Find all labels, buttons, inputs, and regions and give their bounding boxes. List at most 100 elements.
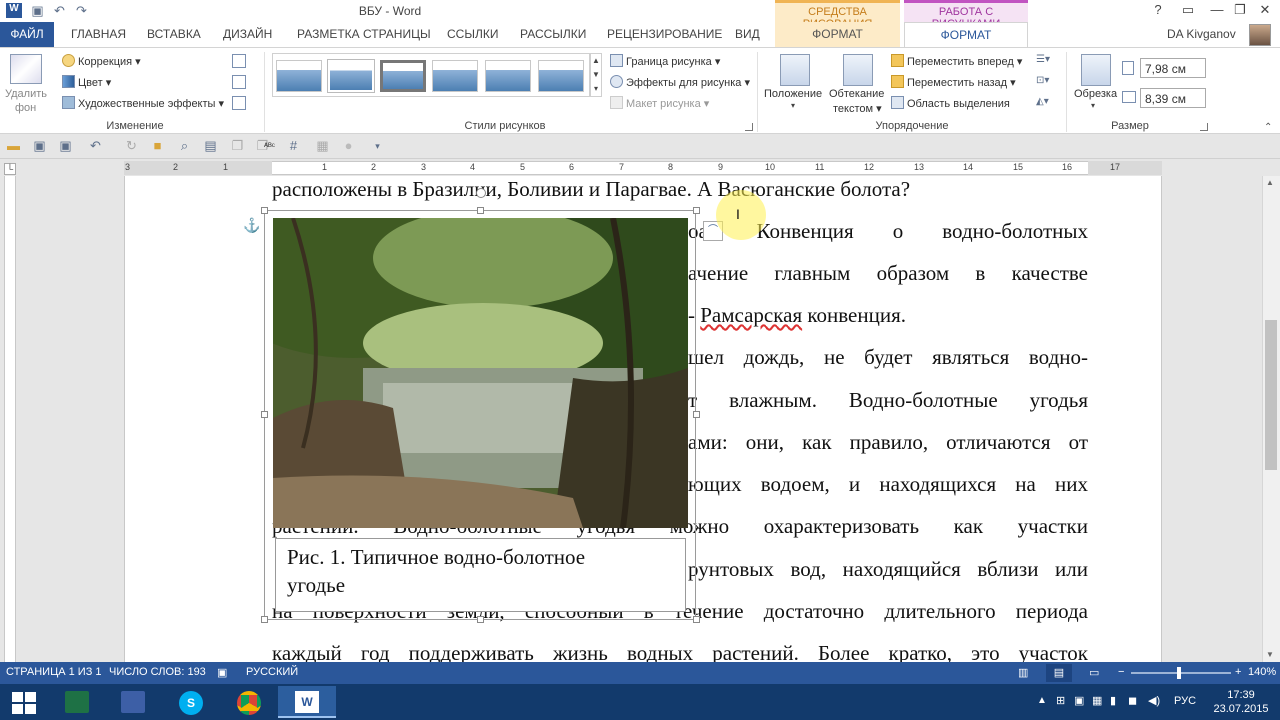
- resize-handle-bottom[interactable]: [477, 616, 484, 623]
- tab-view[interactable]: ВИД: [735, 27, 760, 41]
- wetland-photo[interactable]: [273, 218, 688, 528]
- draw-table-icon[interactable]: ▦: [315, 139, 330, 153]
- remove-background-icon[interactable]: [10, 54, 42, 84]
- tab-picture-format[interactable]: ФОРМАТ: [904, 22, 1028, 47]
- resize-handle-right[interactable]: [693, 411, 700, 418]
- picture-layout-button[interactable]: Макет рисунка ▾: [610, 96, 709, 110]
- horizontal-ruler[interactable]: [124, 161, 1162, 175]
- page-count[interactable]: СТРАНИЦА 1 ИЗ 1: [6, 666, 102, 678]
- position-icon[interactable]: [780, 54, 810, 86]
- resize-handle-top-left[interactable]: [261, 207, 268, 214]
- crop-icon[interactable]: [1081, 54, 1111, 86]
- tab-selector-icon[interactable]: └: [4, 163, 16, 175]
- picture-border-button[interactable]: Граница рисунка ▾: [610, 54, 720, 68]
- picture-style-1[interactable]: [276, 60, 322, 92]
- reset-picture-icon[interactable]: [232, 96, 246, 110]
- proofing-icon[interactable]: ▣: [217, 666, 227, 679]
- doc-line-8[interactable]: ющих водоем, и находящихся на них: [688, 472, 1088, 497]
- anchor-icon[interactable]: ⚓: [243, 217, 260, 234]
- compress-pictures-icon[interactable]: [232, 54, 246, 68]
- resize-handle-bottom-right[interactable]: [693, 616, 700, 623]
- tab-file[interactable]: ФАЙЛ: [0, 22, 54, 47]
- bring-forward-button[interactable]: Переместить вперед ▾: [891, 54, 1022, 68]
- avatar[interactable]: [1249, 24, 1271, 46]
- picture-style-2[interactable]: [327, 59, 375, 93]
- send-backward-button[interactable]: Переместить назад ▾: [891, 75, 1016, 89]
- zoom-in-button[interactable]: +: [1235, 666, 1241, 678]
- open-folder-icon[interactable]: ▬: [6, 139, 21, 153]
- user-name[interactable]: DA Kivganov: [1167, 27, 1236, 41]
- tab-home[interactable]: ГЛАВНАЯ: [71, 27, 126, 41]
- wrap-text-button[interactable]: Обтекание: [829, 88, 884, 100]
- floppy-taskbar-icon[interactable]: [104, 686, 162, 718]
- start-windows-icon[interactable]: [12, 692, 36, 714]
- read-mode-icon[interactable]: ▥: [1018, 666, 1028, 679]
- change-picture-icon[interactable]: [232, 75, 246, 89]
- tray-icon-3[interactable]: ▦: [1092, 694, 1102, 707]
- picture-style-4[interactable]: [432, 60, 478, 92]
- scroll-up-icon[interactable]: ▲: [1266, 178, 1274, 187]
- network-icon[interactable]: ▮: [1110, 694, 1116, 707]
- tab-references[interactable]: ССЫЛКИ: [447, 27, 498, 41]
- wrap-text-button-2[interactable]: текстом ▾: [833, 102, 882, 115]
- zoom-out-button[interactable]: −: [1118, 666, 1124, 678]
- tray-up-icon[interactable]: ▲: [1037, 695, 1047, 706]
- crop-button[interactable]: Обрезка: [1074, 88, 1117, 100]
- word-app-icon[interactable]: W: [6, 3, 22, 18]
- folder-icon[interactable]: ■: [150, 139, 165, 153]
- tray-icon-2[interactable]: ▣: [1074, 694, 1084, 707]
- picture-effects-button[interactable]: Эффекты для рисунка ▾: [610, 75, 750, 89]
- picture-style-3[interactable]: [380, 60, 426, 92]
- align-icon[interactable]: ☰▾: [1036, 54, 1060, 68]
- resize-handle-left[interactable]: [261, 411, 268, 418]
- tray-icon-4[interactable]: ◼: [1128, 694, 1137, 707]
- doc-line-6[interactable]: т влажным. Водно-болотные угодья: [688, 388, 1088, 413]
- language[interactable]: РУССКИЙ: [246, 666, 298, 678]
- remove-background-label[interactable]: Удалить: [5, 88, 47, 100]
- tab-review[interactable]: РЕЦЕНЗИРОВАНИЕ: [607, 27, 722, 41]
- web-layout-icon[interactable]: ▭: [1089, 666, 1099, 679]
- size-dialog-launcher-icon[interactable]: [1200, 123, 1208, 131]
- redo-icon[interactable]: ↷: [74, 4, 89, 18]
- resize-handle-top[interactable]: [477, 207, 484, 214]
- print-preview-icon[interactable]: ⌕: [177, 139, 192, 153]
- excel-taskbar-icon[interactable]: [48, 686, 106, 718]
- chrome-taskbar-icon[interactable]: [220, 686, 278, 718]
- redo-icon[interactable]: ↻: [124, 139, 139, 153]
- caption-line-1[interactable]: Рис. 1. Типичное водно-болотное: [287, 545, 585, 570]
- resize-handle-top-right[interactable]: [693, 207, 700, 214]
- scrollbar-thumb[interactable]: [1265, 320, 1277, 470]
- tab-drawing-format[interactable]: ФОРМАТ: [775, 22, 900, 47]
- save-as-icon[interactable]: ▣: [58, 139, 73, 153]
- undo-icon[interactable]: ↶: [88, 139, 103, 153]
- gallery-scroll-icon[interactable]: ▲ ▼ ▾: [590, 53, 602, 97]
- position-dropdown-icon[interactable]: ▾: [791, 101, 795, 110]
- rotate-handle-icon[interactable]: [476, 188, 486, 198]
- doc-line-5[interactable]: шел дождь, не будет являться водно-: [688, 345, 1088, 370]
- doc-line-3[interactable]: ачение главным образом в качестве: [688, 261, 1088, 286]
- tab-insert[interactable]: ВСТАВКА: [147, 27, 201, 41]
- print-icon[interactable]: ▤: [203, 139, 218, 153]
- save-icon[interactable]: ▣: [32, 139, 47, 153]
- correction-button[interactable]: Коррекция ▾: [62, 54, 141, 68]
- zoom-slider-thumb[interactable]: [1177, 667, 1181, 679]
- caption-line-2[interactable]: угодье: [287, 573, 345, 598]
- zoom-level[interactable]: 140%: [1248, 666, 1276, 678]
- minimize-button[interactable]: —: [1206, 2, 1228, 20]
- resize-handle-bottom-left[interactable]: [261, 616, 268, 623]
- doc-line-4[interactable]: - Рамсарская конвенция.: [688, 303, 906, 328]
- circle-icon[interactable]: ●: [341, 139, 356, 153]
- crop-dropdown-icon[interactable]: ▾: [1091, 101, 1095, 110]
- tab-design[interactable]: ДИЗАЙН: [223, 27, 272, 41]
- doc-line-7[interactable]: ами: они, как правило, отличаются от: [688, 430, 1088, 455]
- selection-pane-button[interactable]: Область выделения: [891, 96, 1010, 110]
- word-count[interactable]: ЧИСЛО СЛОВ: 193: [109, 666, 206, 678]
- customize-qat-icon[interactable]: ▾: [370, 139, 385, 153]
- tab-page-layout[interactable]: РАЗМЕТКА СТРАНИЦЫ: [297, 27, 431, 41]
- group-icon[interactable]: ⊡▾: [1036, 75, 1060, 89]
- copy-icon[interactable]: ❐: [230, 139, 245, 153]
- ribbon-display-options-button[interactable]: ▭: [1177, 2, 1199, 20]
- vertical-ruler-track[interactable]: [4, 176, 16, 662]
- doc-line-10[interactable]: рунтовых вод, находящийся вблизи или: [688, 557, 1088, 582]
- restore-button[interactable]: ❐: [1229, 2, 1251, 20]
